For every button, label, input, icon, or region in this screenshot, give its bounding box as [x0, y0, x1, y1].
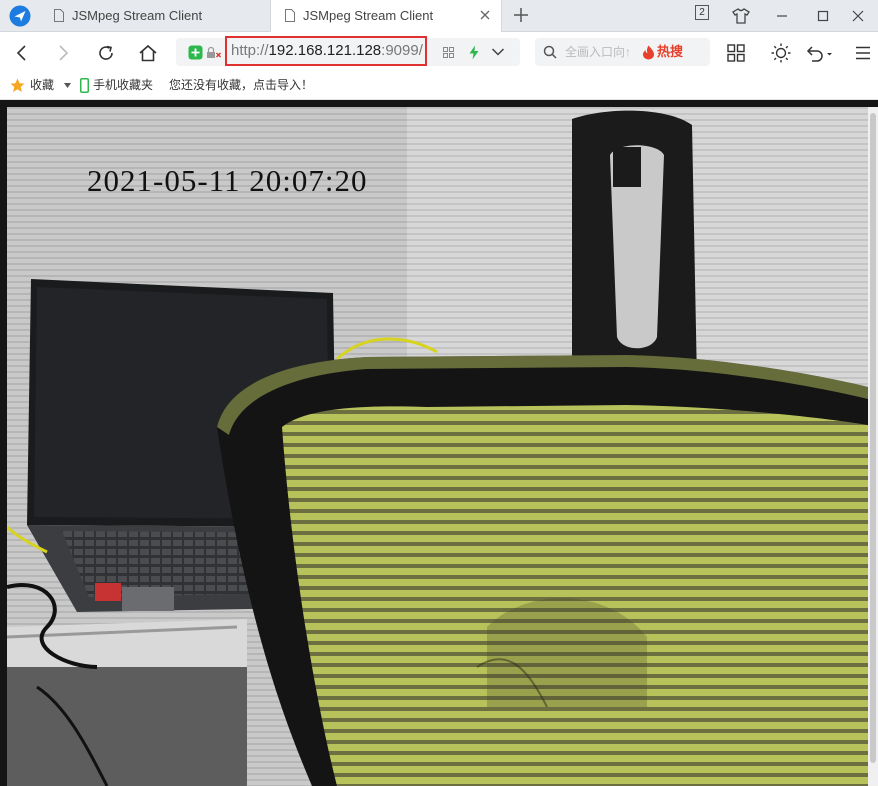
- search-icon: [543, 45, 557, 59]
- import-bookmarks-hint[interactable]: 您还没有收藏，点击导入！: [169, 72, 313, 99]
- undo-button[interactable]: [806, 40, 832, 66]
- grid-icon: [727, 44, 745, 62]
- star-icon: [10, 78, 25, 92]
- reload-icon: [99, 45, 113, 60]
- security-shield-icon[interactable]: [188, 45, 203, 60]
- brightness-button[interactable]: [768, 40, 794, 66]
- tab-jsmpeg-1[interactable]: JSMpeg Stream Client: [40, 0, 270, 31]
- home-button[interactable]: [135, 40, 161, 66]
- navigation-toolbar: http://192.168.121.128:9099/ 全画入口向↑ 热搜: [0, 32, 878, 72]
- tab-jsmpeg-2-active[interactable]: JSMpeg Stream Client: [270, 0, 502, 32]
- search-placeholder: 全画入口向↑: [565, 45, 632, 59]
- shirt-icon: [732, 7, 750, 24]
- new-tab-icon[interactable]: [512, 6, 530, 24]
- mobile-bookmarks-link[interactable]: 手机收藏夹: [93, 72, 153, 99]
- video-timestamp-overlay: 2021-05-11 20:07:20: [87, 163, 368, 198]
- tab-count-badge[interactable]: 2: [695, 5, 709, 20]
- tab-title: JSMpeg Stream Client: [72, 8, 203, 23]
- caret-down-icon[interactable]: [64, 83, 71, 88]
- hot-search-label[interactable]: 热搜: [657, 38, 683, 66]
- address-bar[interactable]: http://192.168.121.128:9099/: [176, 36, 520, 66]
- mobile-phone-icon: [80, 78, 89, 93]
- apps-grid-button[interactable]: [723, 40, 749, 66]
- close-tab-icon[interactable]: [479, 9, 491, 21]
- bookmarks-bar: 收藏 手机收藏夹 您还没有收藏，点击导入！: [0, 72, 878, 100]
- document-icon: [285, 9, 295, 22]
- url-text[interactable]: http://192.168.121.128:9099/: [225, 36, 427, 66]
- forward-arrow-icon: [59, 45, 69, 61]
- maximize-button[interactable]: [803, 0, 843, 31]
- search-box[interactable]: 全画入口向↑ 热搜: [535, 38, 710, 66]
- chevron-down-icon[interactable]: [491, 47, 505, 57]
- forward-button[interactable]: [50, 40, 76, 66]
- document-icon: [54, 9, 64, 22]
- minimize-button[interactable]: [762, 0, 802, 31]
- camera-frame-image: [7, 107, 868, 786]
- minimize-icon: [777, 14, 787, 17]
- skin-shirt-button[interactable]: [721, 0, 761, 31]
- page-content: 2021-05-11 20:07:20: [0, 100, 878, 786]
- lock-error-icon[interactable]: [206, 46, 222, 59]
- undo-icon: [806, 46, 832, 62]
- vertical-scrollbar[interactable]: [868, 107, 878, 786]
- close-window-button[interactable]: [838, 0, 878, 31]
- close-icon: [852, 10, 864, 21]
- browser-logo-icon[interactable]: [8, 4, 32, 28]
- lightning-icon[interactable]: [468, 45, 480, 60]
- tab-title: JSMpeg Stream Client: [303, 8, 434, 23]
- back-arrow-icon: [16, 45, 26, 61]
- qr-code-icon[interactable]: [443, 47, 454, 58]
- back-button[interactable]: [9, 40, 35, 66]
- sun-icon: [771, 43, 791, 63]
- fire-icon: [643, 45, 654, 60]
- menu-button[interactable]: [850, 40, 876, 66]
- tab-bar: JSMpeg Stream Client JSMpeg Stream Clien…: [0, 0, 878, 32]
- maximize-icon: [817, 10, 829, 21]
- favorites-menu[interactable]: 收藏: [30, 72, 54, 99]
- scrollbar-thumb[interactable]: [870, 113, 876, 763]
- home-icon: [139, 44, 157, 62]
- reload-button[interactable]: [93, 40, 119, 66]
- hamburger-menu-icon: [856, 46, 870, 60]
- video-stream-canvas[interactable]: 2021-05-11 20:07:20: [7, 107, 868, 786]
